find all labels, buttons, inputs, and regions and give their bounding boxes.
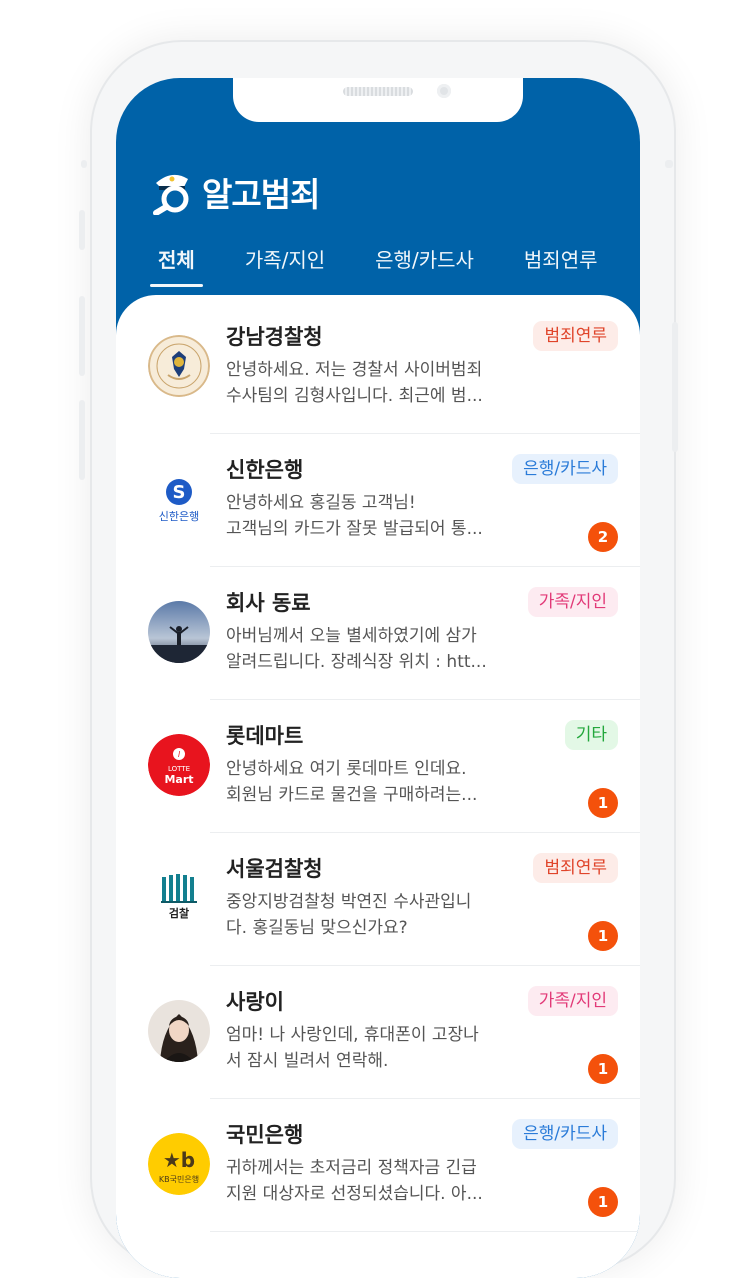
app-header: 알고범죄: [150, 168, 320, 216]
lotte-mart-logo: l LOTTE Mart: [148, 734, 210, 796]
sender-name: 회사 동료: [226, 591, 311, 615]
message-preview-line: 다. 홍길동님 맞으신가요?: [226, 918, 408, 938]
police-detective-logo-icon: [150, 169, 194, 216]
message-preview-line: 서 잠시 빌려서 연락해.: [226, 1051, 389, 1071]
category-tag: 은행/카드사: [512, 454, 618, 484]
message-preview: 안녕하세요 여기 롯데마트 인데요. 회원님 카드로 물건을 구매하려는...: [226, 756, 506, 808]
message-preview: 귀하께서는 초저금리 정책자금 긴급지원 대상자로 선정되셨습니다. 아...: [226, 1155, 506, 1207]
sender-name: 사랑이: [226, 990, 284, 1014]
message-preview-line: 엄마! 나 사랑인데, 휴대폰이 고장나: [226, 1025, 479, 1045]
category-tag: 범죄연루: [533, 853, 618, 883]
phone-notch: [233, 78, 523, 122]
message-preview: 중앙지방검찰청 박연진 수사관입니다. 홍길동님 맞으신가요?: [226, 889, 506, 941]
sender-name: 신한은행: [226, 458, 304, 482]
phone-side-button: [665, 160, 673, 168]
category-tabs: 전체 가족/지인 은행/카드사 범죄연루 기타: [146, 238, 640, 287]
person-photo: [148, 601, 210, 663]
sender-name: 강남경찰청: [226, 325, 323, 349]
front-camera: [437, 84, 451, 98]
police-emblem-icon: [148, 335, 210, 397]
list-item[interactable]: 회사 동료아버님께서 오늘 별세하였기에 삼가알려드립니다. 장례식장 위치 :…: [116, 567, 640, 700]
prosecution-logo: 검찰: [148, 867, 210, 929]
shinhan-logo: S 신한은행: [148, 468, 210, 530]
tab-3[interactable]: 범죄연루: [512, 238, 610, 283]
svg-text:LOTTE: LOTTE: [168, 765, 190, 773]
sender-name: 국민은행: [226, 1123, 304, 1147]
divider: [210, 1231, 640, 1232]
tab-2[interactable]: 은행/카드사: [363, 238, 486, 283]
message-preview: 안녕하세요 홍길동 고객님! 고객님의 카드가 잘못 발급되어 통...: [226, 490, 506, 542]
phone-screen: 알고범죄 전체가족/지인은행/카드사범죄연루기타 강남경찰청안녕하세요. 저는 …: [116, 78, 640, 1278]
list-item[interactable]: S 신한은행 신한은행 안녕하세요 홍길동 고객님! 고객님의 카드가 잘못 발급되어 …: [116, 434, 640, 567]
phone-side-button: [672, 322, 678, 452]
svg-text:★b: ★b: [163, 1148, 195, 1172]
message-preview-line: 고객님의 카드가 잘못 발급되어 통...: [226, 519, 483, 539]
tab-1[interactable]: 가족/지인: [233, 238, 337, 283]
app-title: 알고범죄: [202, 175, 320, 214]
phone-side-button: [81, 160, 87, 168]
svg-text:검찰: 검찰: [169, 906, 189, 920]
svg-text:KB국민은행: KB국민은행: [159, 1174, 199, 1184]
unread-count-badge: 2: [588, 522, 618, 552]
list-item[interactable]: 검찰 서울검찰청중앙지방검찰청 박연진 수사관입니다. 홍길동님 맞으신가요? 범죄…: [116, 833, 640, 966]
category-tag: 가족/지인: [527, 986, 618, 1016]
message-preview-line: 중앙지방검찰청 박연진 수사관입니: [226, 892, 472, 912]
phone-side-button: [79, 296, 85, 376]
svg-text:S: S: [173, 482, 186, 503]
message-preview-line: 귀하께서는 초저금리 정책자금 긴급: [226, 1158, 477, 1178]
message-preview-line: 안녕하세요 홍길동 고객님!: [226, 493, 416, 513]
woman-photo: [148, 1000, 210, 1062]
message-preview-line: 수사팀의 김형사입니다. 최근에 범...: [226, 386, 483, 406]
svg-text:신한은행: 신한은행: [159, 510, 199, 523]
message-preview-line: 안녕하세요. 저는 경찰서 사이버범죄: [226, 360, 483, 380]
message-preview: 안녕하세요. 저는 경찰서 사이버범죄수사팀의 김형사입니다. 최근에 범...: [226, 357, 506, 409]
list-item[interactable]: 사랑이엄마! 나 사랑인데, 휴대폰이 고장나서 잠시 빌려서 연락해. 가족/지…: [116, 966, 640, 1099]
category-tag: 범죄연루: [533, 321, 618, 351]
message-preview-line: 아버님께서 오늘 별세하였기에 삼가: [226, 626, 477, 646]
message-preview-line: 알려드립니다. 장례식장 위치 : htt...: [226, 652, 487, 672]
unread-count-badge: 1: [588, 1054, 618, 1084]
unread-count-badge: 1: [588, 1187, 618, 1217]
message-preview-line: 회원님 카드로 물건을 구매하려는...: [226, 785, 478, 805]
list-item[interactable]: 강남경찰청안녕하세요. 저는 경찰서 사이버범죄수사팀의 김형사입니다. 최근에…: [116, 301, 640, 434]
category-tag: 가족/지인: [527, 587, 618, 617]
tab-4[interactable]: 기타: [636, 238, 640, 283]
unread-count-badge: 1: [588, 921, 618, 951]
unread-count-badge: 1: [588, 788, 618, 818]
sender-name: 롯데마트: [226, 724, 304, 748]
message-list: 강남경찰청안녕하세요. 저는 경찰서 사이버범죄수사팀의 김형사입니다. 최근에…: [116, 295, 640, 1278]
phone-side-button: [79, 400, 85, 480]
phone-side-button: [79, 210, 85, 250]
list-item[interactable]: ★b KB국민은행 국민은행귀하께서는 초저금리 정책자금 긴급지원 대상자로 선정…: [116, 1099, 640, 1232]
message-preview: 아버님께서 오늘 별세하였기에 삼가알려드립니다. 장례식장 위치 : htt.…: [226, 623, 506, 675]
category-tag: 기타: [564, 720, 618, 750]
kb-logo: ★b KB국민은행: [148, 1133, 210, 1195]
list-item[interactable]: l LOTTE Mart 롯데마트안녕하세요 여기 롯데마트 인데요. 회원님 카드로 …: [116, 700, 640, 833]
message-preview-line: 지원 대상자로 선정되셨습니다. 아...: [226, 1184, 483, 1204]
category-tag: 은행/카드사: [512, 1119, 618, 1149]
message-preview: 엄마! 나 사랑인데, 휴대폰이 고장나서 잠시 빌려서 연락해.: [226, 1022, 506, 1074]
sender-name: 서울검찰청: [226, 857, 323, 881]
svg-text:Mart: Mart: [164, 773, 193, 786]
speaker-grille: [343, 87, 413, 96]
message-preview-line: 안녕하세요 여기 롯데마트 인데요.: [226, 759, 467, 779]
tab-0[interactable]: 전체: [146, 238, 207, 287]
